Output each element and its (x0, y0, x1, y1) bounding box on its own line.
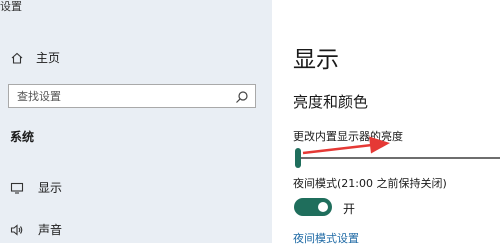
night-light-settings-link[interactable]: 夜间模式设置 (293, 230, 359, 246)
speaker-icon (10, 223, 24, 237)
page-title: 显示 (293, 47, 339, 73)
window-title: 设置 (0, 0, 22, 13)
night-light-label: 夜间模式(21:00 之前保持关闭) (293, 177, 447, 190)
night-light-toggle-knob (318, 202, 328, 212)
sidebar-item-home[interactable]: 主页 (10, 49, 60, 66)
home-icon (10, 51, 24, 65)
section-title: 亮度和颜色 (293, 93, 369, 111)
sidebar-item-display-label: 显示 (38, 181, 63, 195)
brightness-label: 更改内置显示器的亮度 (293, 130, 403, 143)
sidebar: 设置 主页 系统 显示 (0, 0, 272, 243)
night-light-state: 开 (343, 202, 356, 216)
sidebar-section-label: 系统 (10, 130, 35, 144)
monitor-icon (10, 181, 24, 195)
search-input[interactable] (9, 85, 227, 108)
main-content: 显示 亮度和颜色 更改内置显示器的亮度 夜间模式(21:00 之前保持关闭) 开… (272, 0, 500, 246)
sidebar-item-sound-label: 声音 (38, 223, 63, 237)
search-box[interactable] (8, 84, 256, 108)
search-icon[interactable] (235, 89, 249, 103)
sidebar-item-home-label: 主页 (36, 51, 61, 65)
sidebar-item-display[interactable]: 显示 (10, 179, 62, 196)
brightness-slider[interactable] (293, 145, 500, 171)
brightness-slider-track[interactable] (297, 157, 500, 159)
brightness-slider-thumb[interactable] (295, 148, 301, 168)
night-light-toggle[interactable] (294, 198, 332, 216)
sidebar-item-sound[interactable]: 声音 (10, 221, 62, 238)
